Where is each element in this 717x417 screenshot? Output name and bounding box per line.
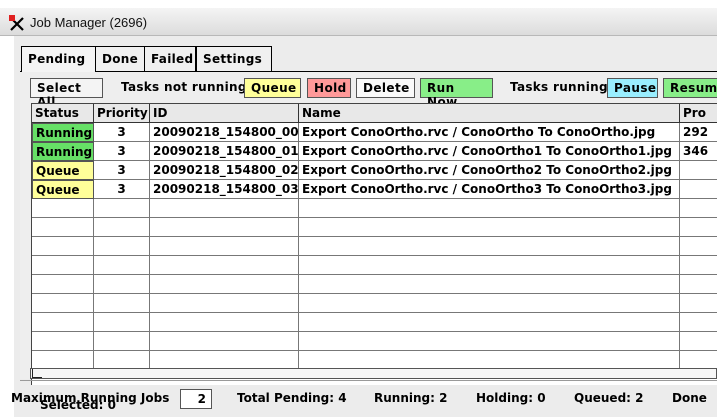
- empty-cell: [299, 237, 680, 256]
- empty-cell: [680, 332, 717, 351]
- column-header-progress[interactable]: Pro: [680, 104, 717, 123]
- empty-cell: [150, 237, 299, 256]
- status-separator: [20, 380, 717, 381]
- cell-id: 20090218_154800_00: [150, 123, 299, 142]
- total-pending-text: Total Pending: 4: [237, 391, 347, 405]
- cell-progress: 292: [680, 123, 717, 142]
- empty-cell: [32, 313, 94, 332]
- queue-button[interactable]: Queue: [244, 78, 301, 98]
- cell-name: Export ConoOrtho.rvc / ConoOrtho To Cono…: [299, 123, 680, 142]
- max-running-jobs-label: Maximum Running Jobs: [11, 391, 170, 405]
- empty-cell: [150, 313, 299, 332]
- cell-id: 20090218_154800_03: [150, 180, 299, 199]
- empty-cell: [94, 218, 150, 237]
- cell-progress: [680, 180, 717, 199]
- delete-button[interactable]: Delete: [356, 78, 415, 98]
- empty-cell: [150, 256, 299, 275]
- tasks-not-running-label: Tasks not running: [121, 80, 247, 94]
- cell-progress: 346: [680, 142, 717, 161]
- empty-cell: [680, 275, 717, 294]
- empty-cell: [680, 294, 717, 313]
- empty-cell: [94, 256, 150, 275]
- select-all-button[interactable]: Select All: [30, 78, 103, 109]
- cell-status: Queue: [32, 180, 94, 199]
- cell-name: Export ConoOrtho.rvc / ConoOrtho1 To Con…: [299, 142, 680, 161]
- empty-cell: [150, 199, 299, 218]
- pause-button[interactable]: Pause: [607, 78, 658, 98]
- empty-cell: [680, 199, 717, 218]
- empty-cell: [32, 237, 94, 256]
- empty-cell: [150, 294, 299, 313]
- column-header-id[interactable]: ID: [150, 104, 299, 123]
- cell-priority: 3: [94, 161, 150, 180]
- cell-status: Queue: [32, 161, 94, 180]
- window-title: Job Manager (2696): [30, 15, 148, 30]
- empty-cell: [299, 256, 680, 275]
- empty-cell: [94, 199, 150, 218]
- hold-button[interactable]: Hold: [307, 78, 351, 98]
- tasks-running-label: Tasks running: [510, 80, 608, 94]
- cell-name: Export ConoOrtho.rvc / ConoOrtho3 To Con…: [299, 180, 680, 199]
- empty-cell: [680, 313, 717, 332]
- column-header-priority[interactable]: Priority: [94, 104, 150, 123]
- resume-button[interactable]: Resum: [663, 78, 717, 98]
- queued-count-text: Queued: 2: [574, 391, 644, 405]
- scroll-left-arrow-icon[interactable]: [32, 369, 42, 378]
- window-content: Pending Done Failed Settings Select All …: [11, 36, 717, 417]
- cell-priority: 3: [94, 123, 150, 142]
- tab-settings[interactable]: Settings: [196, 46, 272, 71]
- empty-cell: [94, 294, 150, 313]
- job-manager-window: Job Manager (2696) Pending Done Failed S…: [0, 0, 717, 417]
- run-now-button[interactable]: Run Now: [420, 78, 493, 109]
- horizontal-scrollbar[interactable]: [30, 368, 717, 379]
- holding-count-text: Holding: 0: [476, 391, 546, 405]
- empty-cell: [299, 218, 680, 237]
- cell-status: Running: [32, 123, 94, 142]
- title-bar[interactable]: Job Manager (2696): [0, 8, 717, 36]
- column-header-name[interactable]: Name: [299, 104, 680, 123]
- cell-priority: 3: [94, 142, 150, 161]
- empty-cell: [150, 332, 299, 351]
- cell-progress: [680, 161, 717, 180]
- empty-cell: [32, 332, 94, 351]
- empty-cell: [94, 332, 150, 351]
- done-count-text: Done: [672, 391, 707, 405]
- empty-cell: [32, 294, 94, 313]
- tab-done[interactable]: Done: [95, 46, 145, 71]
- empty-cell: [299, 313, 680, 332]
- empty-cell: [680, 237, 717, 256]
- tab-failed[interactable]: Failed: [144, 46, 196, 71]
- running-count-text: Running: 2: [374, 391, 448, 405]
- pending-panel: Select All Tasks not running Queue Hold …: [20, 72, 717, 412]
- max-running-jobs-input[interactable]: 2: [180, 389, 212, 409]
- job-manager-icon: [9, 15, 24, 31]
- empty-cell: [32, 218, 94, 237]
- empty-cell: [94, 237, 150, 256]
- tab-pending[interactable]: Pending: [21, 46, 96, 72]
- cell-status: Running: [32, 142, 94, 161]
- empty-cell: [680, 256, 717, 275]
- jobs-table[interactable]: Status Priority ID Name Pro Running 3 2009…: [31, 103, 717, 385]
- empty-cell: [299, 199, 680, 218]
- empty-cell: [299, 275, 680, 294]
- empty-cell: [680, 218, 717, 237]
- empty-cell: [94, 275, 150, 294]
- empty-cell: [32, 275, 94, 294]
- empty-cell: [299, 332, 680, 351]
- empty-cell: [150, 275, 299, 294]
- empty-cell: [299, 294, 680, 313]
- empty-cell: [32, 199, 94, 218]
- cell-name: Export ConoOrtho.rvc / ConoOrtho2 To Con…: [299, 161, 680, 180]
- empty-cell: [150, 218, 299, 237]
- cell-priority: 3: [94, 180, 150, 199]
- cell-id: 20090218_154800_01: [150, 142, 299, 161]
- empty-cell: [32, 256, 94, 275]
- empty-cell: [94, 313, 150, 332]
- column-header-status[interactable]: Status: [32, 104, 94, 123]
- cell-id: 20090218_154800_02: [150, 161, 299, 180]
